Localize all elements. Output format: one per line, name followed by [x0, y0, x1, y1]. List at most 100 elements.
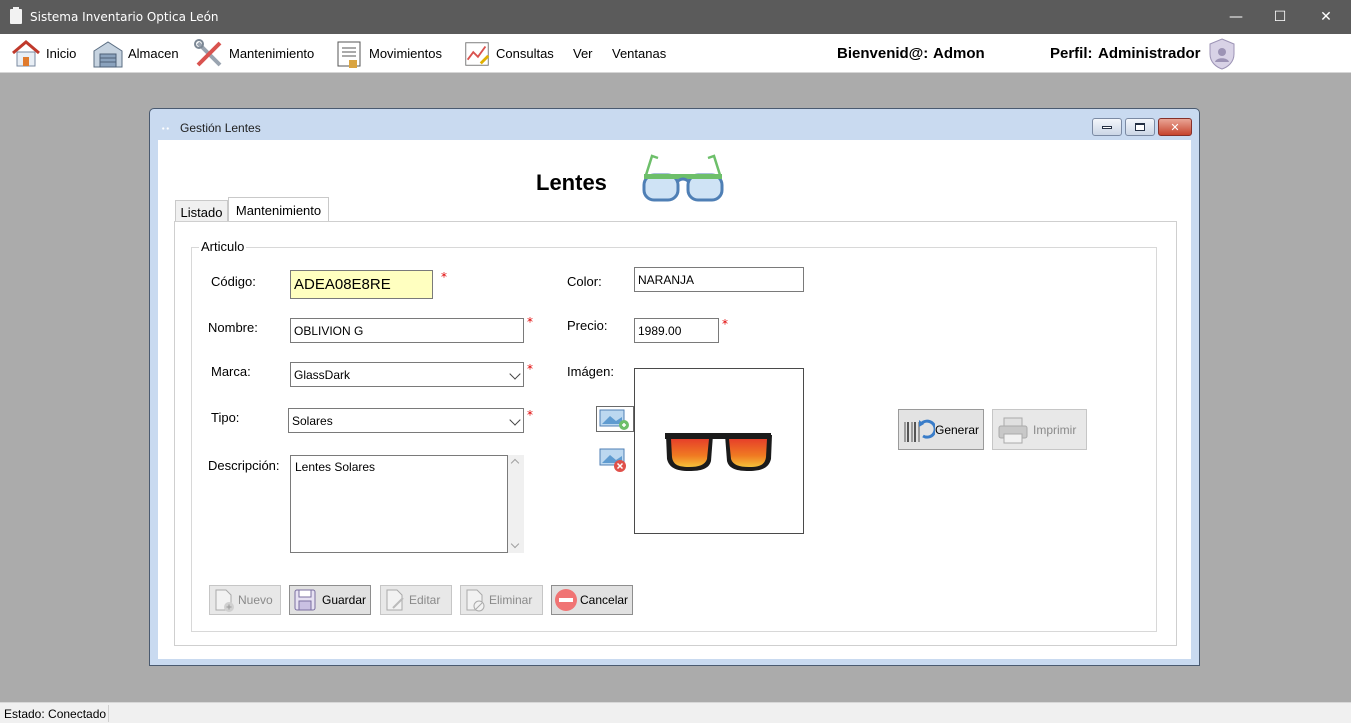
status-text: Estado: Conectado	[4, 707, 107, 721]
product-image-box	[634, 368, 804, 534]
menu-ver[interactable]: Ver	[573, 34, 593, 73]
tab-page-mantenimiento: Articulo Código: ADEA08E8RE * Nombre: OB…	[174, 221, 1177, 646]
tipo-select-value: Solares	[292, 413, 333, 428]
eliminar-label: Eliminar	[489, 593, 533, 607]
close-button[interactable]: ✕	[1303, 0, 1349, 34]
menu-mantenimiento-label: Mantenimiento	[229, 46, 315, 61]
marca-required-mark: *	[527, 362, 533, 376]
tab-mantenimiento[interactable]: Mantenimiento	[228, 197, 329, 222]
precio-field[interactable]: 1989.00	[634, 318, 719, 343]
descripcion-textarea[interactable]: Lentes Solares	[290, 455, 508, 553]
remove-image-button[interactable]	[597, 446, 629, 474]
window-title: Sistema Inventario Optica León	[30, 10, 219, 24]
menu-almacen-label: Almacen	[128, 46, 179, 61]
guardar-button[interactable]: Guardar	[289, 585, 371, 615]
edit-document-icon	[386, 589, 404, 611]
tipo-required-mark: *	[527, 408, 533, 422]
gestion-lentes-window: Gestión Lentes ✕ Lentes Listado Mantenim…	[149, 108, 1200, 666]
child-client-area: Lentes Listado Mantenimiento Articulo Có…	[158, 140, 1191, 659]
editar-button[interactable]: Editar	[380, 585, 452, 615]
imprimir-button[interactable]: Imprimir	[992, 409, 1087, 450]
menu-ventanas-label: Ventanas	[612, 46, 667, 61]
tab-listado[interactable]: Listado	[175, 200, 228, 223]
menu-inicio-label: Inicio	[46, 46, 77, 61]
editar-label: Editar	[409, 593, 441, 607]
guardar-label: Guardar	[322, 593, 367, 607]
menu-consultas-label: Consultas	[496, 46, 554, 61]
menu-mantenimiento[interactable]: Mantenimiento	[193, 34, 314, 73]
articulo-group-title: Articulo	[199, 239, 247, 254]
color-field[interactable]: NARANJA	[634, 267, 804, 292]
menu-ventanas[interactable]: Ventanas	[612, 34, 666, 73]
descripcion-scrollbar[interactable]	[508, 455, 524, 553]
glasses-icon	[642, 154, 724, 202]
minimize-button[interactable]: —	[1213, 0, 1259, 34]
app-icon	[10, 7, 22, 24]
generar-label: Generar	[935, 422, 980, 437]
nuevo-label: Nuevo	[238, 593, 273, 607]
home-icon	[12, 39, 40, 66]
codigo-required-mark: *	[441, 270, 447, 284]
menu-almacen[interactable]: Almacen	[92, 34, 179, 73]
imprimir-label: Imprimir	[1033, 422, 1077, 437]
generar-button[interactable]: Generar	[898, 409, 984, 450]
add-image-button[interactable]	[596, 406, 634, 432]
child-close-button[interactable]: ✕	[1158, 118, 1192, 136]
cancelar-button[interactable]: Cancelar	[551, 585, 633, 615]
marca-select-value: GlassDark	[294, 367, 351, 382]
menu-ver-label: Ver	[573, 46, 593, 61]
codigo-label: Código:	[211, 274, 256, 289]
chevron-down-icon	[509, 368, 521, 380]
save-icon	[294, 589, 316, 611]
user-shield-icon[interactable]	[1207, 37, 1237, 71]
sunglasses-image	[665, 433, 772, 471]
welcome-user: Admon	[933, 45, 985, 62]
menu-inicio[interactable]: Inicio	[10, 34, 76, 73]
window-menu-icon[interactable]	[160, 127, 174, 130]
eliminar-button[interactable]: Eliminar	[460, 585, 543, 615]
articulo-group: Articulo Código: ADEA08E8RE * Nombre: OB…	[191, 239, 1157, 632]
marca-label: Marca:	[211, 364, 251, 379]
warehouse-icon	[93, 40, 123, 67]
imagen-label: Imágen:	[567, 364, 614, 379]
cancel-icon	[555, 589, 577, 611]
menu-consultas[interactable]: Consultas	[462, 34, 554, 73]
child-restore-button[interactable]	[1125, 118, 1155, 136]
precio-required-mark: *	[722, 317, 728, 331]
nombre-field[interactable]: OBLIVION G	[290, 318, 524, 343]
menu-bar: Inicio Almacen Mantenimiento Movimientos…	[0, 34, 1351, 73]
add-image-icon	[599, 409, 629, 430]
color-label: Color:	[567, 274, 602, 289]
maximize-button[interactable]: ☐	[1257, 0, 1303, 34]
window-title-bar: Sistema Inventario Optica León — ☐ ✕	[0, 0, 1351, 34]
child-window-title: Gestión Lentes	[180, 121, 261, 135]
tipo-label: Tipo:	[211, 410, 240, 425]
delete-document-icon	[466, 589, 485, 612]
child-minimize-button[interactable]	[1092, 118, 1122, 136]
remove-image-icon	[599, 448, 626, 472]
page-title: Lentes	[536, 170, 607, 195]
menu-movimientos[interactable]: Movimientos	[333, 34, 442, 73]
nuevo-button[interactable]: Nuevo	[209, 585, 281, 615]
tipo-select[interactable]: Solares	[288, 408, 524, 433]
marca-select[interactable]: GlassDark	[290, 362, 524, 387]
descripcion-label: Descripción:	[208, 458, 280, 473]
precio-label: Precio:	[567, 318, 608, 333]
status-bar: Estado: Conectado	[0, 702, 1351, 723]
menu-movimientos-label: Movimientos	[369, 46, 442, 61]
profile-label: Perfil:	[1050, 45, 1093, 62]
welcome-label: Bienvenid@:	[837, 45, 929, 62]
codigo-field[interactable]: ADEA08E8RE	[290, 270, 433, 299]
tools-icon	[194, 38, 222, 66]
status-separator	[108, 705, 109, 722]
profile-value: Administrador	[1098, 45, 1201, 62]
new-document-icon	[215, 589, 234, 612]
chart-icon	[465, 41, 490, 66]
document-list-icon	[337, 41, 361, 68]
barcode-icon	[904, 419, 935, 442]
printer-icon	[998, 417, 1028, 443]
cancelar-label: Cancelar	[580, 593, 629, 607]
nombre-label: Nombre:	[208, 320, 258, 335]
chevron-down-icon	[509, 414, 521, 426]
nombre-required-mark: *	[527, 315, 533, 329]
